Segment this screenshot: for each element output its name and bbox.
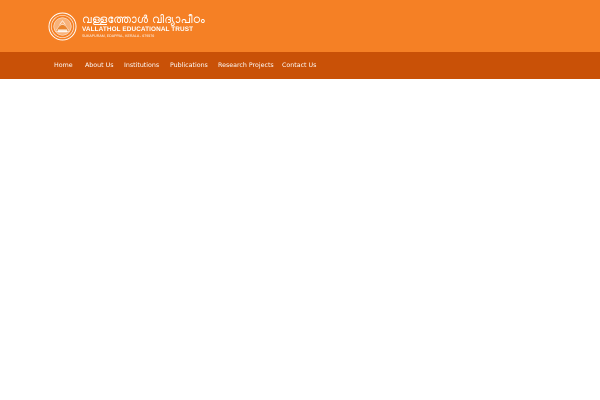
page-content-area <box>0 79 600 400</box>
site-header: വള്ളത്തോൾ വിദ്യാപീഠം VALLATHOL EDUCATION… <box>0 0 600 52</box>
logo-english-title: VALLATHOL EDUCATIONAL TRUST <box>82 26 194 33</box>
temple-seal-icon <box>48 11 77 41</box>
logo-subtitle: SUKAPURAM, EDAPPAL, KERALA - 679576 <box>82 34 155 38</box>
site-logo[interactable]: വള്ളത്തോൾ വിദ്യാപീഠം VALLATHOL EDUCATION… <box>48 10 205 42</box>
logo-malayalam-title: വള്ളത്തോൾ വിദ്യാപീഠം <box>82 13 206 26</box>
main-navigation: Home About Us Institutions Publications … <box>0 52 600 79</box>
nav-home[interactable]: Home <box>54 52 73 79</box>
nav-about-us[interactable]: About Us <box>85 52 114 79</box>
nav-publications[interactable]: Publications <box>170 52 208 79</box>
nav-contact-us[interactable]: Contact Us <box>282 52 316 79</box>
logo-text: വള്ളത്തോൾ വിദ്യാപീഠം VALLATHOL EDUCATION… <box>82 13 205 39</box>
nav-institutions[interactable]: Institutions <box>124 52 159 79</box>
nav-research-projects[interactable]: Research Projects <box>218 52 274 79</box>
